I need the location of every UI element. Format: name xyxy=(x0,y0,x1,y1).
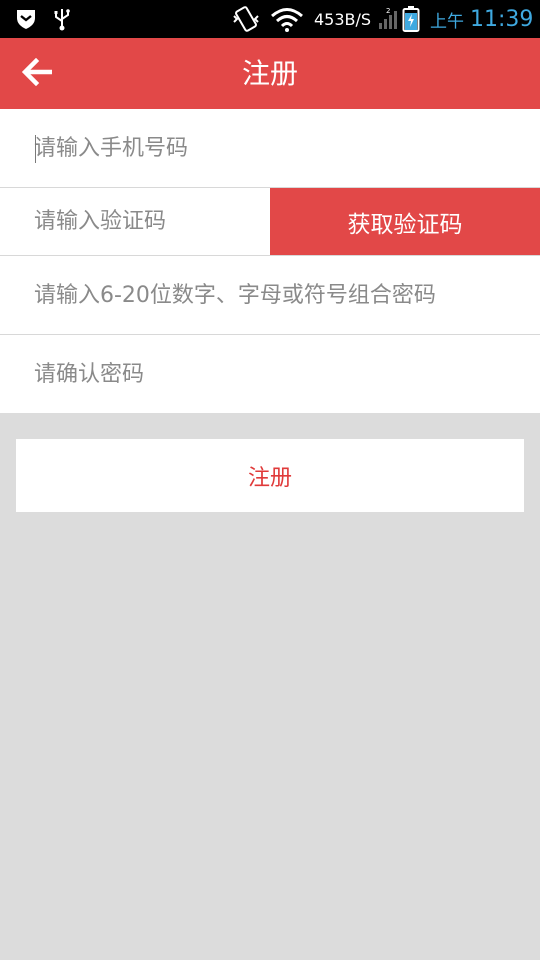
battery-charging-icon xyxy=(402,0,420,38)
verification-code-input[interactable] xyxy=(34,188,260,255)
text-caret xyxy=(35,135,36,163)
vibrate-icon xyxy=(232,0,260,38)
phone-row xyxy=(0,109,540,188)
clock-ampm: 上午 xyxy=(430,11,464,32)
register-button[interactable]: 注册 xyxy=(16,439,524,512)
signal-icon: 2 xyxy=(378,0,398,38)
confirm-password-input[interactable] xyxy=(34,335,520,413)
verification-code-row: 获取验证码 xyxy=(0,188,540,256)
network-speed: 453B/S xyxy=(314,9,372,29)
svg-text:2: 2 xyxy=(386,7,390,15)
register-form: 获取验证码 xyxy=(0,109,540,413)
get-verification-code-button[interactable]: 获取验证码 xyxy=(270,188,540,255)
shield-icon xyxy=(14,0,38,38)
password-row xyxy=(0,256,540,335)
confirm-password-row xyxy=(0,335,540,413)
wifi-icon xyxy=(270,0,304,38)
page-title: 注册 xyxy=(241,57,298,90)
password-input[interactable] xyxy=(34,256,520,334)
phone-input[interactable] xyxy=(34,109,520,187)
clock-time: 11:39 xyxy=(470,6,534,32)
app-header: 注册 xyxy=(0,38,540,109)
status-bar: 453B/S 2 上午 11:39 xyxy=(0,0,540,38)
usb-icon xyxy=(52,0,72,38)
